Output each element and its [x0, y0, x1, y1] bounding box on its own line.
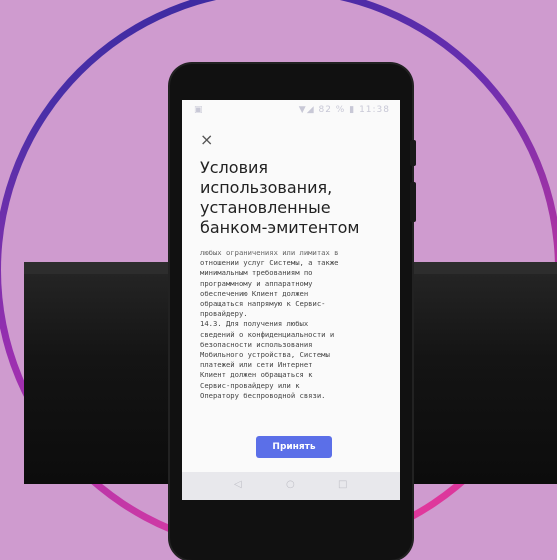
battery-icon: ▮	[349, 105, 356, 115]
status-indicators: ▼◢ 82 % ▮ 11:38	[299, 105, 390, 115]
close-icon[interactable]: ×	[200, 130, 213, 149]
wifi-icon: ▼	[298, 105, 307, 115]
home-icon[interactable]: ○	[286, 479, 295, 490]
battery-percent: 82 %	[318, 105, 346, 115]
accept-button[interactable]: Принять	[256, 436, 332, 458]
status-bar: ▣ ▼◢ 82 % ▮ 11:38	[182, 100, 400, 122]
navigation-bar: ◁ ○ □	[182, 472, 400, 500]
phone-volume-button	[410, 140, 416, 166]
phone-screen: ▣ ▼◢ 82 % ▮ 11:38 × Условия использовани…	[182, 100, 400, 500]
signal-icon: ◢	[306, 105, 315, 115]
scroll-fade	[182, 240, 400, 256]
recents-icon[interactable]: □	[338, 479, 347, 490]
phone-power-button	[410, 182, 416, 222]
terms-text: любых ограничениях или лимитах в отношен…	[200, 248, 339, 400]
image-notification-icon: ▣	[194, 105, 203, 115]
page-title: Условия использования, установленные бан…	[200, 158, 360, 237]
back-icon[interactable]: ◁	[234, 479, 242, 490]
clock: 11:38	[359, 105, 390, 115]
